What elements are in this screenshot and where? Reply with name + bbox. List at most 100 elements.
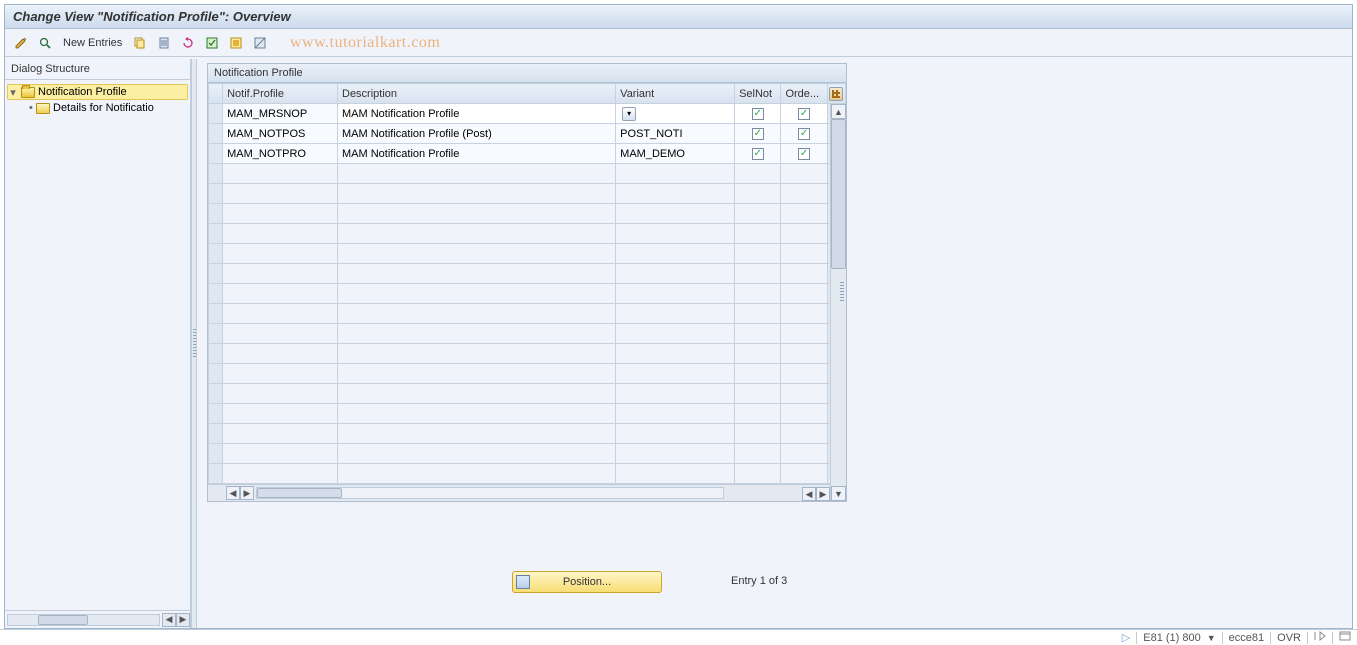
delete-icon[interactable] xyxy=(154,33,174,53)
tree-node-details-for-notification[interactable]: • Details for Notificatio xyxy=(7,100,188,116)
cell-variant[interactable]: ▾ xyxy=(616,104,735,124)
tree: ▾ Notification Profile • Details for Not… xyxy=(5,80,190,610)
table-row-empty[interactable] xyxy=(209,244,846,264)
scroll-up-icon[interactable]: ▲ xyxy=(831,104,846,119)
table-row-empty[interactable] xyxy=(209,284,846,304)
tree-label: Details for Notificatio xyxy=(53,102,154,114)
status-server: ecce81 xyxy=(1229,632,1264,644)
row-selector[interactable] xyxy=(209,144,223,164)
scroll-right-icon[interactable]: ▶ xyxy=(816,487,830,501)
deselect-all-icon[interactable] xyxy=(250,33,270,53)
row-selector[interactable] xyxy=(209,124,223,144)
table-row-empty[interactable] xyxy=(209,164,846,184)
dialog-structure-panel: Dialog Structure ▾ Notification Profile … xyxy=(5,59,191,628)
cell-orde[interactable]: ✓ xyxy=(781,104,827,124)
table-row-empty[interactable] xyxy=(209,264,846,284)
group-title: Notification Profile xyxy=(208,64,846,83)
watermark-text: www.tutorialkart.com xyxy=(290,34,440,52)
table-notification-profile: Notif.Profile Description Variant SelNot… xyxy=(208,83,846,501)
cell-notif-profile[interactable]: MAM_NOTPOS xyxy=(223,124,338,144)
checkbox[interactable]: ✓ xyxy=(752,148,764,160)
position-label: Position... xyxy=(563,576,611,588)
table-row[interactable]: MAM_NOTPOSMAM Notification Profile (Post… xyxy=(209,124,846,144)
toolbar: New Entries www.tutorialkart.com xyxy=(5,29,1352,57)
cell-description[interactable]: MAM Notification Profile xyxy=(338,104,616,124)
table-row-empty[interactable] xyxy=(209,304,846,324)
status-system[interactable]: E81 (1) 800 xyxy=(1143,632,1200,644)
table-horizontal-scrollbar[interactable]: ◀ ▶ ◀ ▶ xyxy=(208,484,846,501)
folder-closed-icon xyxy=(36,103,50,114)
tree-node-notification-profile[interactable]: ▾ Notification Profile xyxy=(7,84,188,100)
checkbox[interactable]: ✓ xyxy=(798,108,810,120)
folder-open-icon xyxy=(21,87,35,98)
table-row-empty[interactable] xyxy=(209,184,846,204)
scroll-left-icon[interactable]: ◀ xyxy=(802,487,816,501)
table-row-empty[interactable] xyxy=(209,444,846,464)
cell-notif-profile[interactable]: MAM_NOTPRO xyxy=(223,144,338,164)
cell-selnot[interactable]: ✓ xyxy=(735,124,781,144)
col-notif-profile[interactable]: Notif.Profile xyxy=(223,84,338,104)
copy-as-icon[interactable] xyxy=(130,33,150,53)
row-selector-header[interactable] xyxy=(209,84,223,104)
find-icon[interactable] xyxy=(35,33,55,53)
cell-variant[interactable]: MAM_DEMO xyxy=(616,144,735,164)
new-entries-button[interactable]: New Entries xyxy=(59,37,126,49)
sidebar-scrollbar[interactable]: ◀ ▶ xyxy=(5,610,190,628)
table-row[interactable]: MAM_NOTPROMAM Notification ProfileMAM_DE… xyxy=(209,144,846,164)
dropdown-icon[interactable]: ▼ xyxy=(1207,633,1216,643)
tree-collapse-icon[interactable]: ▾ xyxy=(8,86,18,99)
resize-handle-icon[interactable] xyxy=(840,282,844,302)
scroll-right-icon[interactable]: ▶ xyxy=(240,486,254,500)
window-title: Change View "Notification Profile": Over… xyxy=(5,5,1352,29)
checkbox[interactable]: ✓ xyxy=(752,128,764,140)
table-row-empty[interactable] xyxy=(209,324,846,344)
col-variant[interactable]: Variant xyxy=(616,84,735,104)
table-row-empty[interactable] xyxy=(209,464,846,484)
col-orde[interactable]: Orde... xyxy=(781,84,827,104)
position-button[interactable]: Position... xyxy=(512,571,662,593)
cell-orde[interactable]: ✓ xyxy=(781,124,827,144)
cell-description[interactable]: MAM Notification Profile (Post) xyxy=(338,124,616,144)
row-selector[interactable] xyxy=(209,104,223,124)
table-row-empty[interactable] xyxy=(209,384,846,404)
status-window-icon[interactable] xyxy=(1339,631,1351,644)
table-row-empty[interactable] xyxy=(209,204,846,224)
toggle-display-change-icon[interactable] xyxy=(11,33,31,53)
status-layout-icon[interactable] xyxy=(1314,631,1326,644)
tree-label: Notification Profile xyxy=(38,86,127,98)
cell-selnot[interactable]: ✓ xyxy=(735,144,781,164)
status-bar: ▷ E81 (1) 800 ▼ ecce81 OVR xyxy=(0,629,1357,645)
table-vertical-scrollbar[interactable]: ▲ ▼ xyxy=(830,104,846,501)
col-selnot[interactable]: SelNot xyxy=(735,84,781,104)
value-help-icon[interactable]: ▾ xyxy=(622,107,636,121)
cell-description[interactable]: MAM Notification Profile xyxy=(338,144,616,164)
cell-variant[interactable]: POST_NOTI xyxy=(616,124,735,144)
table-row-empty[interactable] xyxy=(209,424,846,444)
cell-selnot[interactable]: ✓ xyxy=(735,104,781,124)
table-row[interactable]: MAM_MRSNOPMAM Notification Profile ▾ ✓ ✓ xyxy=(209,104,846,124)
table-row-empty[interactable] xyxy=(209,224,846,244)
undo-change-icon[interactable] xyxy=(178,33,198,53)
checkbox[interactable]: ✓ xyxy=(798,128,810,140)
status-expand-icon[interactable]: ▷ xyxy=(1122,631,1130,644)
checkbox[interactable]: ✓ xyxy=(798,148,810,160)
select-all-icon[interactable] xyxy=(202,33,222,53)
table-row-empty[interactable] xyxy=(209,364,846,384)
checkbox[interactable]: ✓ xyxy=(752,108,764,120)
col-description[interactable]: Description xyxy=(338,84,616,104)
scroll-left-icon[interactable]: ◀ xyxy=(162,613,176,627)
scroll-left-icon[interactable]: ◀ xyxy=(226,486,240,500)
table-configure-header[interactable] xyxy=(827,84,845,104)
scroll-right-icon[interactable]: ▶ xyxy=(176,613,190,627)
table-row-empty[interactable] xyxy=(209,344,846,364)
sidebar-title: Dialog Structure xyxy=(5,59,190,80)
status-mode: OVR xyxy=(1277,632,1301,644)
cell-orde[interactable]: ✓ xyxy=(781,144,827,164)
table-row-empty[interactable] xyxy=(209,404,846,424)
table-configure-icon[interactable] xyxy=(829,87,843,101)
scroll-down-icon[interactable]: ▼ xyxy=(831,486,846,501)
position-icon xyxy=(516,575,530,589)
select-block-icon[interactable] xyxy=(226,33,246,53)
entry-counter: Entry 1 of 3 xyxy=(731,575,787,587)
cell-notif-profile[interactable]: MAM_MRSNOP xyxy=(223,104,338,124)
